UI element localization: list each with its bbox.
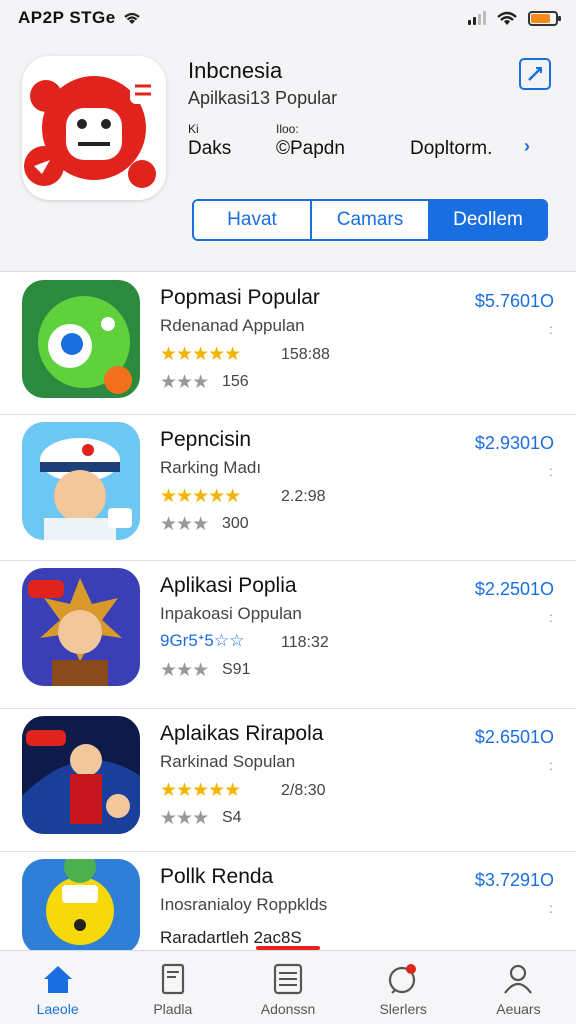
tab-label: Slerlers [379, 1001, 427, 1017]
meta-value-1: Daks [188, 138, 232, 159]
share-button[interactable] [519, 58, 551, 90]
more-icon[interactable]: · · [548, 898, 554, 918]
wifi-icon [124, 12, 140, 24]
app-icon [22, 568, 140, 686]
tab-home[interactable]: Laeole [0, 951, 115, 1024]
more-icon[interactable]: · · [548, 319, 554, 339]
carrier-label: AP2P STGe [18, 8, 142, 28]
app-name: Aplaikas Rirapola [160, 722, 324, 745]
app-title: Inbcnesia [188, 58, 283, 83]
list-item[interactable]: Pepncisin Rarking Madı ★★★★★ 2.2:98 ★★★ … [0, 415, 576, 561]
segment-2[interactable]: Camars [312, 201, 430, 239]
tab-label: Adonssn [260, 1001, 316, 1017]
tab-bar: Laeole Pladla Adonssn Slerlers Aeuars [0, 950, 576, 1024]
meta-value-2: ©Papdn [276, 138, 345, 159]
segmented-control: Havat Camars Deollem [192, 199, 548, 241]
app-category: Rdenanad Appulan [160, 316, 305, 335]
segment-1[interactable]: Havat [194, 201, 312, 239]
app-name: Aplikasi Poplia [160, 574, 297, 597]
tab-slerlers[interactable]: Slerlers [346, 951, 461, 1024]
tab-label: Pladla [153, 1001, 193, 1017]
gray-count: S4 [222, 809, 242, 826]
more-icon[interactable]: · · [548, 755, 554, 775]
list-item[interactable]: Popmasi Popular Rdenanad Appulan ★★★★★ 1… [0, 273, 576, 415]
gray-stars: ★★★ [160, 514, 209, 535]
price-label[interactable]: $2.2501O [475, 579, 554, 600]
rating-stars: ★★★★★ [160, 780, 241, 801]
tab-label: Laeole [36, 1001, 79, 1017]
rating-stars: ★★★★★ [160, 486, 241, 507]
app-icon [22, 422, 140, 540]
app-icon [22, 716, 140, 834]
app-subtext: Raradartleh 2ac8S [160, 928, 302, 947]
app-header: Inbcnesia Apilkasi13 Popular Ki Daks Ilo… [0, 36, 576, 272]
gray-count: 156 [222, 373, 249, 390]
home-icon [43, 966, 72, 993]
gray-stars: ★★★ [160, 808, 209, 829]
tab-adonssn[interactable]: Adonssn [230, 951, 345, 1024]
app-category: Inpakoasi Oppulan [160, 604, 302, 623]
carrier-text: AP2P STGe [18, 8, 116, 27]
signal-icon [468, 11, 486, 25]
meta-label-1: Ki [188, 122, 199, 136]
app-subtitle: Apilkasi13 Popular [188, 88, 338, 108]
app-icon [22, 280, 140, 398]
app-name: Pepncisin [160, 428, 252, 451]
rating-count: 2.2:98 [281, 488, 326, 505]
tab-label: Aeuars [496, 1001, 541, 1017]
price-label[interactable]: $5.7601O [475, 291, 554, 312]
tab-pladla[interactable]: Pladla [115, 951, 230, 1024]
status-bar: AP2P STGe [0, 0, 576, 36]
rating-count: 118:32 [281, 634, 329, 651]
gray-stars: ★★★ [160, 660, 209, 681]
app-icon[interactable] [22, 56, 166, 200]
price-label[interactable]: $2.9301O [475, 433, 554, 454]
list-icon [273, 963, 303, 995]
person-icon [504, 964, 533, 994]
more-icon[interactable]: · · [548, 607, 554, 627]
list-item[interactable]: Aplaikas Rirapola Rarkinad Sopulan ★★★★★… [0, 709, 576, 852]
app-icon [22, 859, 140, 955]
app-category: Inosranialoy Roppklds [160, 895, 328, 914]
more-icon[interactable]: · · [548, 461, 554, 481]
app-category: Rarking Madı [160, 458, 262, 477]
app-list: Popmasi Popular Rdenanad Appulan ★★★★★ 1… [0, 273, 576, 962]
book-icon [161, 963, 184, 995]
app-name: Popmasi Popular [160, 286, 320, 309]
meta-value-3: Dopltorm. [410, 138, 493, 159]
rating-count: 158:88 [281, 346, 330, 363]
price-label[interactable]: $2.6501O [475, 727, 554, 748]
gray-count: S91 [222, 661, 251, 678]
list-item[interactable]: Aplikasi Poplia Inpakoasi Oppulan 9Gr5ᐩ5… [0, 561, 576, 709]
app-category: Rarkinad Sopulan [160, 752, 296, 771]
tab-aeuars[interactable]: Aeuars [461, 951, 576, 1024]
gray-count: 300 [222, 515, 249, 532]
segment-3-selected[interactable]: Deollem [430, 201, 546, 239]
wifi-icon [497, 11, 517, 25]
rating-count: 2/8:30 [281, 782, 326, 799]
meta-label-2: Iloo: [276, 122, 299, 136]
price-label[interactable]: $3.7291O [475, 870, 554, 891]
chevron-right-icon[interactable]: › [524, 136, 530, 157]
app-name: Pollk Renda [160, 865, 274, 888]
bell-icon [389, 964, 417, 994]
gray-stars: ★★★ [160, 372, 209, 393]
rating-stars: ★★★★★ [160, 344, 241, 365]
edit-icon [528, 67, 542, 81]
battery-icon [528, 10, 561, 26]
rating-stars: 9Gr5ᐩ5☆☆ [160, 631, 245, 650]
